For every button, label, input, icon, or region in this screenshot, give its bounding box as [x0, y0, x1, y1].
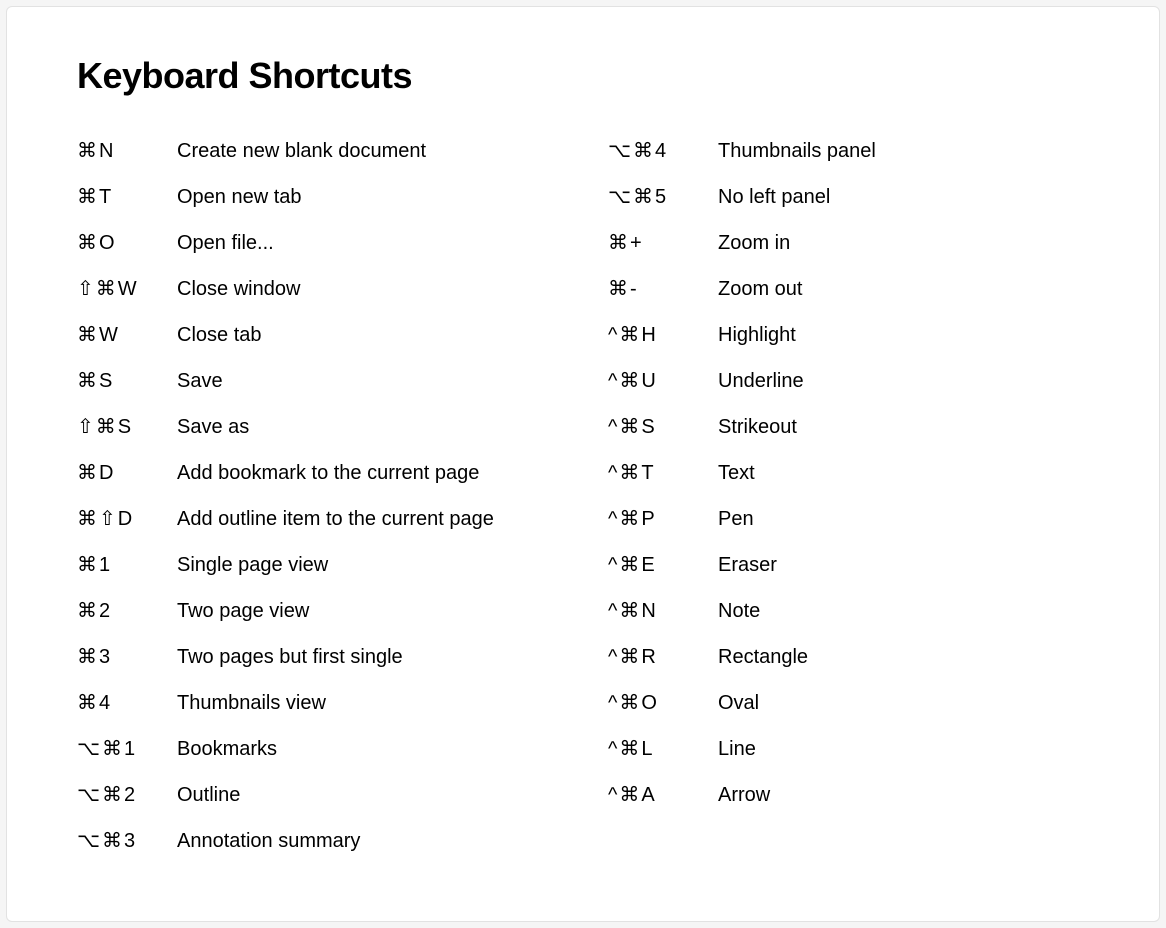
shortcut-keys: ^⌘T: [608, 459, 718, 487]
shortcut-keys: ^⌘S: [608, 413, 718, 441]
shortcut-description: Close window: [177, 275, 568, 303]
shortcut-keys: ⌥⌘4: [608, 137, 718, 165]
shortcut-keys: ^⌘R: [608, 643, 718, 671]
shortcut-keys: ^⌘N: [608, 597, 718, 625]
shortcut-row: ^⌘TText: [608, 459, 1099, 487]
shortcut-description: Add outline item to the current page: [177, 505, 568, 533]
shortcut-description: Two page view: [177, 597, 568, 625]
shortcut-description: Save: [177, 367, 568, 395]
shortcut-row: ^⌘UUnderline: [608, 367, 1099, 395]
shortcut-description: Highlight: [718, 321, 1099, 349]
shortcut-description: Annotation summary: [177, 827, 568, 855]
shortcut-row: ⌘1Single page view: [77, 551, 568, 579]
shortcut-keys: ⌥⌘2: [77, 781, 177, 809]
shortcut-description: Rectangle: [718, 643, 1099, 671]
shortcut-row: ⌘TOpen new tab: [77, 183, 568, 211]
shortcut-description: Add bookmark to the current page: [177, 459, 568, 487]
shortcut-row: ^⌘HHighlight: [608, 321, 1099, 349]
shortcut-description: Thumbnails view: [177, 689, 568, 717]
shortcut-row: ⌥⌘4Thumbnails panel: [608, 137, 1099, 165]
shortcut-keys: ⌘D: [77, 459, 177, 487]
shortcut-row: ⌘WClose tab: [77, 321, 568, 349]
shortcut-row: ⌥⌘5No left panel: [608, 183, 1099, 211]
shortcut-row: ⌘-Zoom out: [608, 275, 1099, 303]
shortcut-row: ^⌘LLine: [608, 735, 1099, 763]
shortcut-keys: ⌘3: [77, 643, 177, 671]
shortcuts-panel: Keyboard Shortcuts ⌘NCreate new blank do…: [6, 6, 1160, 922]
shortcut-description: Strikeout: [718, 413, 1099, 441]
shortcut-description: Open file...: [177, 229, 568, 257]
shortcut-description: Line: [718, 735, 1099, 763]
shortcut-row: ⌘⇧DAdd outline item to the current page: [77, 505, 568, 533]
shortcut-keys: ⇧⌘W: [77, 275, 177, 303]
shortcut-row: ^⌘EEraser: [608, 551, 1099, 579]
shortcut-row: ⇧⌘WClose window: [77, 275, 568, 303]
shortcut-keys: ^⌘O: [608, 689, 718, 717]
shortcut-description: Open new tab: [177, 183, 568, 211]
shortcut-row: ^⌘PPen: [608, 505, 1099, 533]
columns-container: ⌘NCreate new blank document⌘TOpen new ta…: [77, 137, 1099, 873]
shortcut-description: Underline: [718, 367, 1099, 395]
shortcut-keys: ⌘1: [77, 551, 177, 579]
shortcut-keys: ⌘O: [77, 229, 177, 257]
shortcut-keys: ⌘T: [77, 183, 177, 211]
shortcut-row: ⌘4Thumbnails view: [77, 689, 568, 717]
shortcut-keys: ⌥⌘5: [608, 183, 718, 211]
shortcut-keys: ^⌘E: [608, 551, 718, 579]
page-title: Keyboard Shortcuts: [77, 55, 1099, 97]
shortcut-description: Two pages but first single: [177, 643, 568, 671]
shortcut-row: ⌘NCreate new blank document: [77, 137, 568, 165]
shortcut-row: ^⌘AArrow: [608, 781, 1099, 809]
shortcut-keys: ⌘S: [77, 367, 177, 395]
shortcut-description: Eraser: [718, 551, 1099, 579]
shortcut-row: ⌘DAdd bookmark to the current page: [77, 459, 568, 487]
shortcut-description: Text: [718, 459, 1099, 487]
right-column: ⌥⌘4Thumbnails panel⌥⌘5No left panel⌘+Zoo…: [608, 137, 1099, 873]
shortcut-keys: ⇧⌘S: [77, 413, 177, 441]
shortcut-description: Single page view: [177, 551, 568, 579]
shortcut-row: ⌥⌘3Annotation summary: [77, 827, 568, 855]
shortcut-description: Zoom out: [718, 275, 1099, 303]
shortcut-keys: ⌘N: [77, 137, 177, 165]
shortcut-row: ⌥⌘2Outline: [77, 781, 568, 809]
shortcut-keys: ⌥⌘3: [77, 827, 177, 855]
shortcut-keys: ⌥⌘1: [77, 735, 177, 763]
shortcut-row: ⌘+Zoom in: [608, 229, 1099, 257]
shortcut-keys: ^⌘U: [608, 367, 718, 395]
shortcut-description: Thumbnails panel: [718, 137, 1099, 165]
shortcut-row: ^⌘SStrikeout: [608, 413, 1099, 441]
left-column: ⌘NCreate new blank document⌘TOpen new ta…: [77, 137, 568, 873]
shortcut-description: Close tab: [177, 321, 568, 349]
shortcut-keys: ⌘-: [608, 275, 718, 303]
shortcut-description: Note: [718, 597, 1099, 625]
shortcut-description: Save as: [177, 413, 568, 441]
shortcut-description: Arrow: [718, 781, 1099, 809]
shortcut-keys: ⌘4: [77, 689, 177, 717]
shortcut-keys: ⌘W: [77, 321, 177, 349]
shortcut-keys: ^⌘L: [608, 735, 718, 763]
shortcut-row: ^⌘NNote: [608, 597, 1099, 625]
shortcut-row: ⌥⌘1Bookmarks: [77, 735, 568, 763]
shortcut-description: Pen: [718, 505, 1099, 533]
shortcut-row: ⇧⌘SSave as: [77, 413, 568, 441]
shortcut-description: Bookmarks: [177, 735, 568, 763]
shortcut-description: No left panel: [718, 183, 1099, 211]
shortcut-keys: ^⌘A: [608, 781, 718, 809]
shortcut-keys: ^⌘H: [608, 321, 718, 349]
shortcut-row: ^⌘RRectangle: [608, 643, 1099, 671]
shortcut-row: ⌘3Two pages but first single: [77, 643, 568, 671]
shortcut-keys: ^⌘P: [608, 505, 718, 533]
shortcut-keys: ⌘2: [77, 597, 177, 625]
shortcut-row: ^⌘OOval: [608, 689, 1099, 717]
shortcut-row: ⌘SSave: [77, 367, 568, 395]
shortcut-description: Oval: [718, 689, 1099, 717]
shortcut-description: Create new blank document: [177, 137, 568, 165]
shortcut-keys: ⌘⇧D: [77, 505, 177, 533]
shortcut-description: Outline: [177, 781, 568, 809]
shortcut-keys: ⌘+: [608, 229, 718, 257]
shortcut-row: ⌘OOpen file...: [77, 229, 568, 257]
shortcut-row: ⌘2Two page view: [77, 597, 568, 625]
shortcut-description: Zoom in: [718, 229, 1099, 257]
